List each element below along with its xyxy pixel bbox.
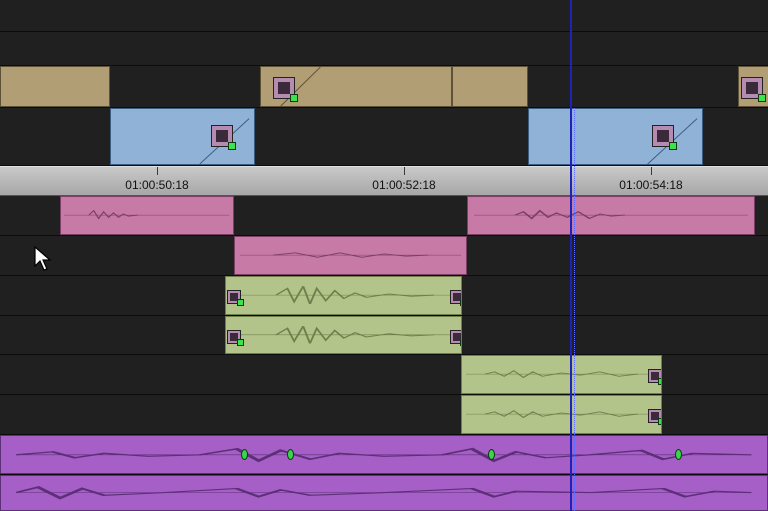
volume-keyframe[interactable] [287,449,294,460]
video-clip[interactable] [260,66,452,107]
track-video-blue[interactable] [0,108,768,166]
audio-clip[interactable] [225,276,462,315]
audio-clip[interactable] [60,196,234,235]
playhead-guide [574,108,575,511]
ruler-label: 01:00:50:18 [125,178,189,192]
transition-effect-icon[interactable] [741,77,766,102]
transition-effect-icon[interactable] [450,330,461,346]
volume-keyframe[interactable] [675,449,682,460]
track-audio-green-3[interactable] [0,355,768,395]
track-audio-green-1[interactable] [0,276,768,316]
track-video-tan[interactable] [0,66,768,108]
audio-clip[interactable] [461,395,662,434]
ruler-tick [651,167,652,175]
playhead[interactable] [570,0,572,511]
transition-effect-icon[interactable] [227,290,244,306]
ruler-label: 01:00:52:18 [372,178,436,192]
transition-effect-icon[interactable] [648,369,661,385]
transition-effect-icon[interactable] [227,330,244,346]
transition-effect-icon[interactable] [273,77,298,102]
transition-effect-icon[interactable] [450,290,461,306]
video-clip[interactable] [0,66,110,107]
audio-clip[interactable] [234,236,467,275]
track-audio-pink-2[interactable] [0,236,768,276]
timeline[interactable]: 01:00:50:18 01:00:52:18 01:00:54:18 [0,0,768,511]
track-audio-green-2[interactable] [0,316,768,355]
transition-effect-icon[interactable] [211,125,236,150]
audio-clip[interactable] [0,475,768,511]
transition-effect-icon[interactable] [648,409,661,425]
video-clip[interactable] [110,108,255,165]
mouse-pointer-icon [34,246,52,271]
audio-clip[interactable] [461,355,662,394]
time-ruler[interactable]: 01:00:50:18 01:00:52:18 01:00:54:18 [0,166,768,196]
transition-effect-icon[interactable] [652,125,677,150]
video-clip[interactable] [452,66,528,107]
track-audio-pink-1[interactable] [0,196,768,236]
audio-clip[interactable] [467,196,755,235]
audio-clip[interactable] [225,316,462,354]
ruler-tick [404,167,405,175]
volume-keyframe[interactable] [241,449,248,460]
ruler-tick [157,167,158,175]
audio-clip[interactable] [0,435,768,474]
track-audio-purple-1[interactable] [0,435,768,475]
volume-keyframe[interactable] [488,449,495,460]
track-audio-green-4[interactable] [0,395,768,435]
track-video-top[interactable] [0,0,768,32]
video-clip[interactable] [528,108,703,165]
track-video-mid[interactable] [0,32,768,66]
ruler-label: 01:00:54:18 [619,178,683,192]
video-clip[interactable] [738,66,768,107]
track-audio-purple-2[interactable] [0,475,768,511]
